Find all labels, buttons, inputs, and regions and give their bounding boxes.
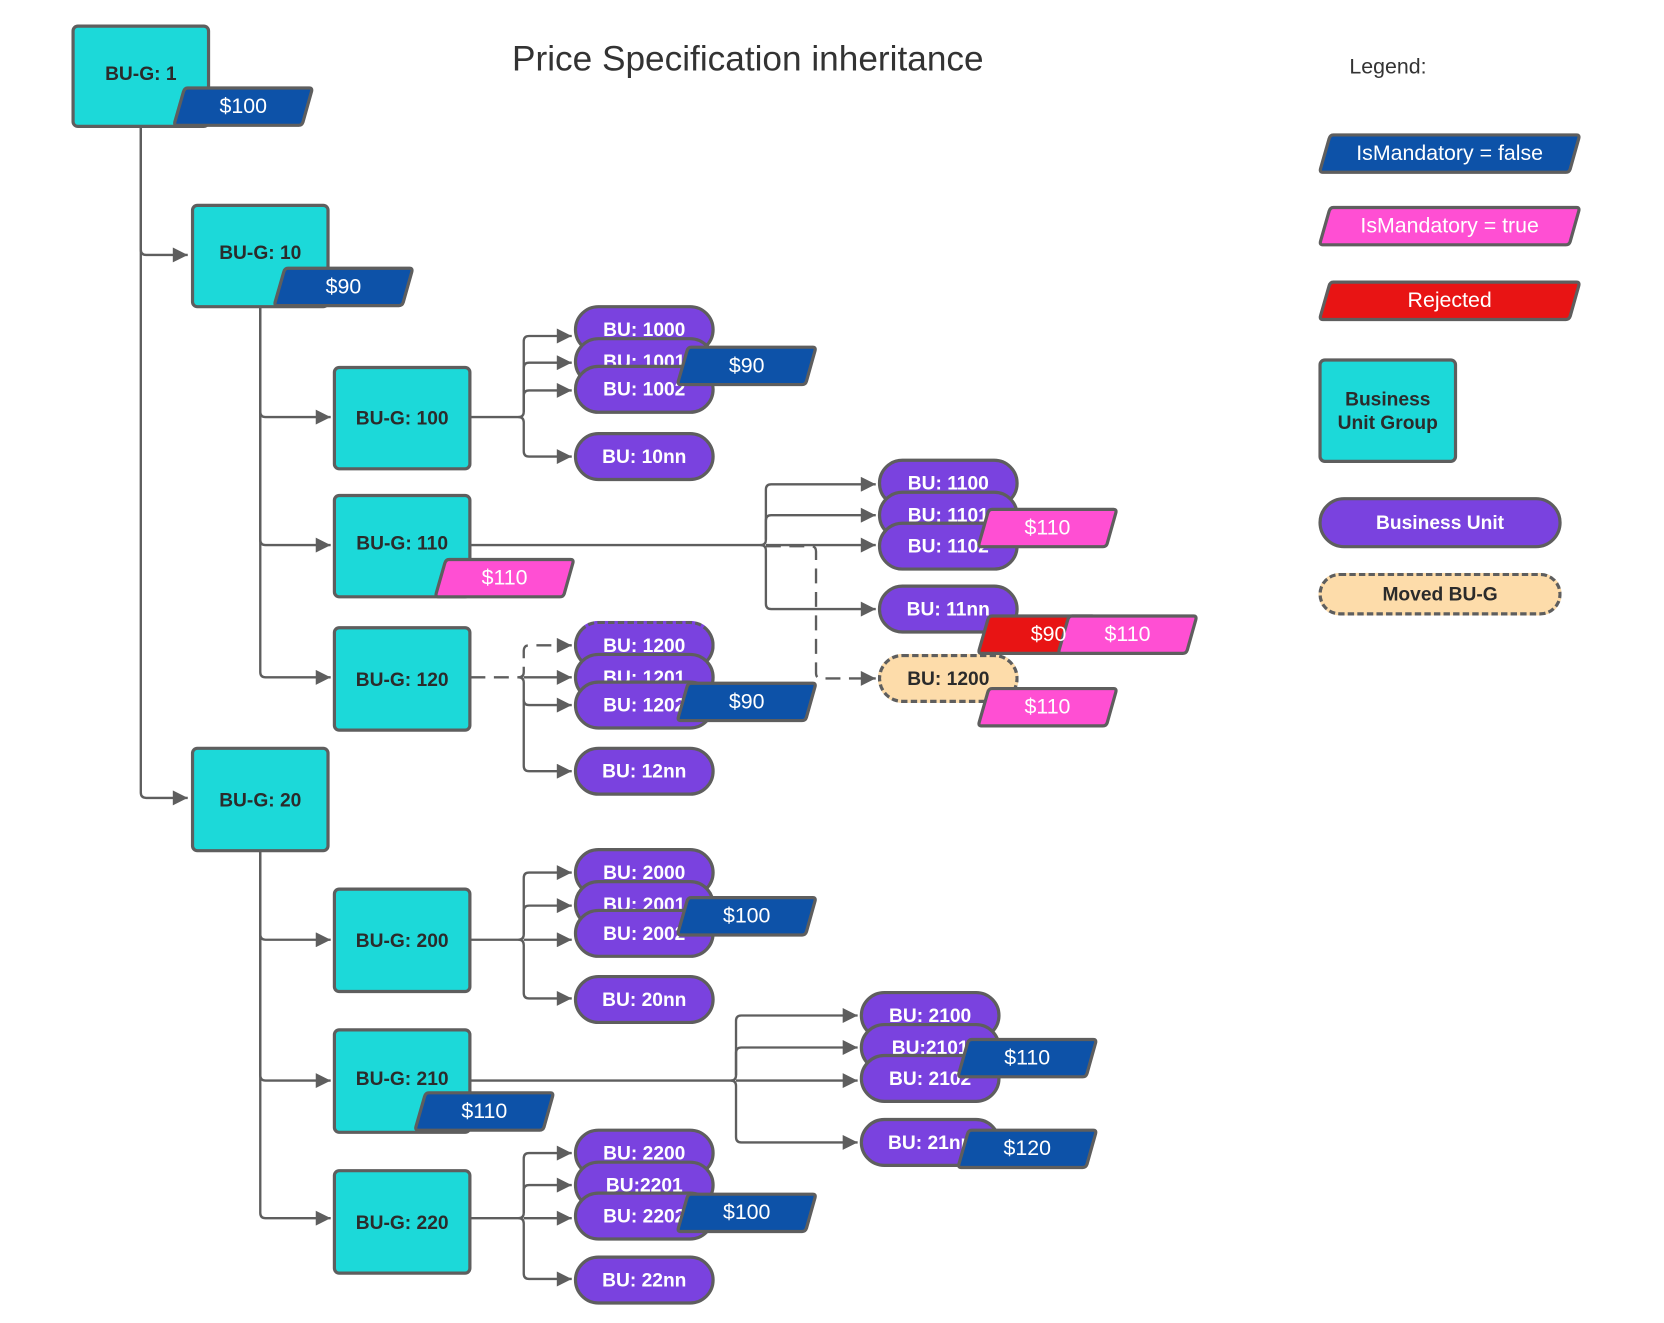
connector-g10-g100 — [259, 307, 331, 425]
bu-label: BU: 1200 — [907, 667, 990, 689]
connector-g20-g220 — [259, 851, 331, 1226]
bug-node-120[interactable]: BU-G: 120 — [332, 626, 472, 732]
bug-node-20[interactable]: BU-G: 20 — [190, 746, 330, 853]
price-tag-moved-1200[interactable]: $110 — [977, 686, 1118, 728]
connector-g100-bu1001 — [522, 355, 572, 412]
bu-label: BU: 10nn — [602, 445, 687, 467]
connector-g20-g200 — [259, 851, 331, 948]
price-tag-g110[interactable]: $110 — [434, 557, 575, 599]
price-value: $100 — [722, 904, 771, 928]
connector-g1-g20 — [139, 126, 188, 806]
bug-label: BU-G: 210 — [355, 1067, 449, 1089]
price-value: $90 — [325, 274, 362, 299]
bu-label: BU: 2002 — [603, 922, 686, 944]
diagram-canvas: Price Specification inheritance Legend: … — [0, 0, 1664, 1323]
connector-g220-bu2201 — [522, 1177, 572, 1213]
bu-label: BU: 20nn — [602, 988, 687, 1010]
legend-item-moved-bug: Moved BU-G — [1318, 572, 1562, 616]
connector-g1-g10 — [139, 126, 188, 263]
bu-label: BU: 1002 — [603, 378, 686, 400]
connector-g120-bu12nn — [522, 699, 572, 779]
connector-g120-bu1202 — [518, 676, 572, 713]
bu-label: BU: 1202 — [603, 693, 686, 716]
legend-label: Business Unit Group — [1337, 388, 1438, 434]
connector-g120-bu1200 — [470, 637, 572, 679]
connector-g100-bu1000 — [470, 328, 572, 419]
bu-label: BU: 1102 — [907, 534, 989, 557]
price-value: $110 — [1104, 622, 1151, 646]
bug-label: BU-G: 20 — [219, 788, 302, 811]
bu-node-10nn[interactable]: BU: 10nn — [573, 432, 715, 482]
connector-g200-bu2001 — [522, 898, 572, 935]
price-value: $110 — [1024, 515, 1071, 540]
legend-label: IsMandatory = false — [1356, 141, 1544, 165]
connector-g200-bu20nn — [518, 938, 572, 1006]
price-value: $100 — [722, 1200, 771, 1225]
connector-layer — [139, 126, 876, 1287]
price-tag-bu11nn-mandatory[interactable]: $110 — [1057, 614, 1198, 655]
legend-label: Rejected — [1407, 288, 1492, 313]
price-value: $110 — [1004, 1045, 1051, 1070]
connector-g110-bu11nn — [760, 543, 876, 617]
bug-node-100[interactable]: BU-G: 100 — [332, 365, 472, 471]
price-tag-g1[interactable]: $100 — [173, 86, 314, 127]
price-tag-bu2001[interactable]: $100 — [676, 896, 817, 937]
price-tag-bu2101[interactable]: $110 — [957, 1037, 1098, 1079]
connector-g210-bu21nn — [730, 1079, 858, 1150]
bug-label: BU-G: 110 — [356, 532, 449, 554]
bug-label: BU-G: 120 — [355, 668, 449, 690]
legend-item-rejected: Rejected — [1318, 280, 1581, 322]
bug-label: BU-G: 200 — [355, 929, 449, 951]
bu-node-12nn[interactable]: BU: 12nn — [573, 746, 715, 796]
bu-label: BU: 2202 — [603, 1204, 686, 1227]
price-value: $110 — [1024, 694, 1071, 719]
connector-g210-bu2101 — [734, 1040, 858, 1076]
diagram-title: Price Specification inheritance — [512, 38, 984, 78]
legend-title: Legend: — [1349, 55, 1427, 79]
bu-label: BU: 12nn — [602, 760, 687, 782]
connector-g20-g210 — [259, 851, 331, 1089]
price-tag-bu21nn[interactable]: $120 — [957, 1128, 1098, 1170]
bug-label: BU-G: 100 — [355, 407, 449, 429]
legend-item-business-unit: Business Unit — [1318, 497, 1562, 549]
legend-item-business-unit-group: Business Unit Group — [1318, 358, 1458, 463]
price-tag-bu1201[interactable]: $90 — [676, 681, 817, 723]
connector-g10-g110 — [259, 307, 331, 553]
bug-node-200[interactable]: BU-G: 200 — [332, 887, 472, 994]
price-value: $90 — [728, 353, 765, 378]
connector-g10-g120 — [259, 307, 331, 685]
legend-label: Business Unit — [1376, 511, 1505, 533]
connector-g100-bu1002 — [522, 382, 572, 412]
price-tag-bu1101[interactable]: $110 — [977, 507, 1118, 549]
price-tag-g210[interactable]: $110 — [414, 1091, 555, 1132]
legend-label: IsMandatory = true — [1360, 213, 1539, 238]
price-value: $100 — [219, 94, 267, 118]
connector-g110-moved-1200 — [765, 544, 876, 686]
connector-g100-bu10nn — [518, 415, 572, 465]
legend-item-mandatory-false: IsMandatory = false — [1318, 133, 1581, 174]
price-value: $110 — [461, 1099, 508, 1123]
price-tag-bu1001[interactable]: $90 — [676, 345, 817, 387]
bug-node-220[interactable]: BU-G: 220 — [332, 1169, 472, 1275]
price-value: $110 — [481, 565, 528, 590]
bu-label: BU: 22nn — [602, 1268, 687, 1291]
price-tag-g10[interactable]: $90 — [273, 266, 414, 308]
connector-g220-bu22nn — [518, 1216, 572, 1287]
price-tag-bu2201[interactable]: $100 — [676, 1192, 817, 1234]
bu-node-22nn[interactable]: BU: 22nn — [573, 1255, 715, 1305]
price-value: $120 — [1003, 1136, 1051, 1161]
bug-label: BU-G: 10 — [219, 242, 302, 264]
legend-label: Moved BU-G — [1382, 582, 1498, 605]
price-value: $90 — [728, 689, 765, 714]
legend-item-mandatory-true: IsMandatory = true — [1318, 205, 1581, 247]
price-value: $90 — [1030, 622, 1067, 646]
bug-label: BU-G: 220 — [355, 1211, 449, 1233]
connector-g110-bu1101 — [764, 507, 876, 540]
bug-label: BU-G: 1 — [105, 62, 177, 84]
bu-node-20nn[interactable]: BU: 20nn — [573, 974, 715, 1025]
